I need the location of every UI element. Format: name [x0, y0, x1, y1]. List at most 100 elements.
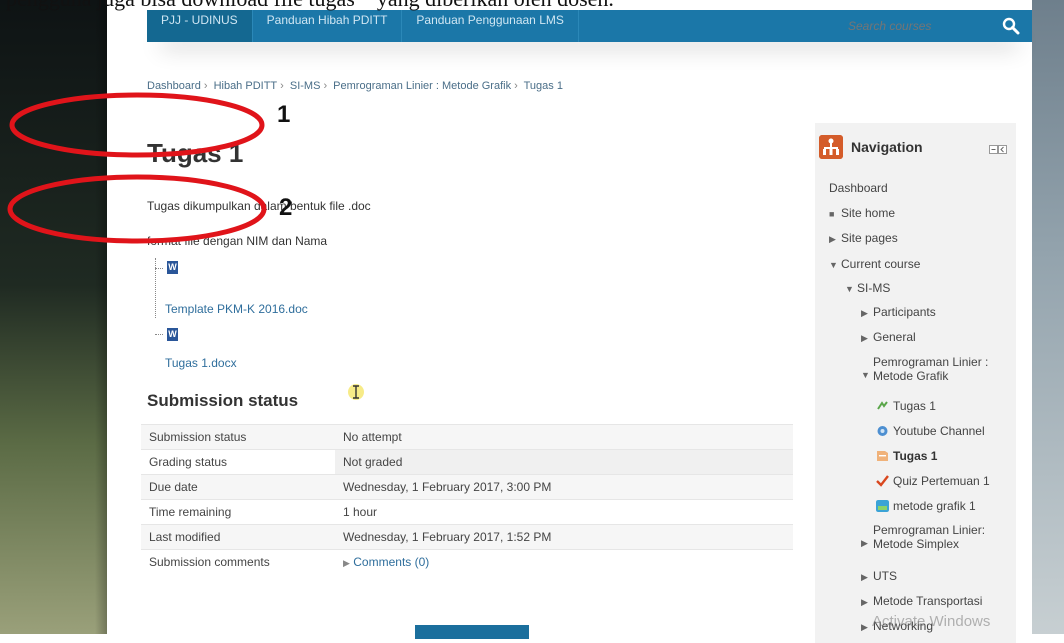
- annotation-number-1: 1: [277, 101, 291, 128]
- nav-label: Tugas 1: [893, 449, 938, 463]
- nav-label: SI-MS: [857, 281, 891, 295]
- bullet-icon: ■: [829, 209, 835, 219]
- row-value: Wednesday, 1 February 2017, 3:00 PM: [335, 474, 793, 500]
- crumb-separator: ›: [323, 80, 328, 92]
- row-value: Wednesday, 1 February 2017, 1:52 PM: [335, 524, 793, 550]
- collapse-arrow-icon: ▼: [829, 260, 838, 270]
- assignment-icon: [877, 451, 888, 461]
- row-label: Submission comments: [141, 549, 335, 574]
- page-title: Tugas 1: [147, 138, 244, 168]
- table-row: Grading status Not graded: [141, 449, 793, 475]
- row-label: Last modified: [141, 524, 335, 550]
- submission-status-table: Submission status No attempt Grading sta…: [141, 424, 793, 574]
- crumb-course[interactable]: SI-MS: [290, 80, 321, 92]
- nav-metode-grafik-1[interactable]: metode grafik 1: [876, 499, 976, 513]
- crumb-section[interactable]: Pemrograman Linier : Metode Grafik: [333, 80, 511, 92]
- table-row: Time remaining 1 hour: [141, 499, 793, 525]
- row-label: Grading status: [141, 449, 335, 475]
- quiz-icon: [876, 475, 889, 487]
- expand-arrow-icon: ▶: [343, 558, 350, 568]
- file-link-tugas[interactable]: Tugas 1.docx: [165, 356, 237, 370]
- row-value: 1 hour: [335, 499, 793, 525]
- navigation-header: Navigation: [817, 133, 1014, 163]
- right-background: [1032, 0, 1064, 634]
- intro-line-1: Tugas dikumpulkan dalam bentuk file .doc: [147, 199, 371, 213]
- table-row: Submission comments ▶ Comments (0): [141, 549, 793, 574]
- intro-line-2: format file dengan NIM dan Nama: [147, 234, 328, 248]
- nav-assignment-tugas-1[interactable]: Tugas 1: [876, 449, 937, 463]
- crumb-separator: ›: [514, 80, 518, 92]
- row-label: Submission status: [141, 424, 335, 450]
- nav-section-metode-grafik[interactable]: ▼Pemrograman Linier : Metode Grafik: [861, 355, 988, 383]
- crumb-dashboard[interactable]: Dashboard: [147, 80, 201, 92]
- crumb-hibah[interactable]: Hibah PDITT: [214, 80, 278, 92]
- nav-quiz-pertemuan-1[interactable]: Quiz Pertemuan 1: [876, 474, 990, 488]
- nav-site-pages[interactable]: ▶ Site pages: [829, 231, 898, 246]
- windows-activation-watermark: Activate Windows: [872, 613, 991, 630]
- file-link-template[interactable]: Template PKM-K 2016.doc: [165, 302, 308, 316]
- left-background: [0, 0, 107, 634]
- nav-label: Participants: [873, 305, 936, 319]
- nav-general[interactable]: ▶ General: [861, 330, 916, 345]
- crumb-separator: ›: [280, 80, 284, 92]
- nav-youtube-channel[interactable]: Youtube Channel: [876, 424, 985, 438]
- word-file-icon: W: [167, 261, 178, 274]
- document-caption: pengguna juga bisa download file tugas *…: [0, 0, 1064, 16]
- tree-line: [155, 258, 157, 318]
- tree-branch: [155, 268, 163, 269]
- add-submission-button[interactable]: [415, 625, 529, 639]
- nav-label: Metode Simplex: [873, 537, 960, 551]
- navigation-block: Navigation Dashboard ■ Site home ▶ Site pa…: [815, 123, 1016, 643]
- nav-section-uts[interactable]: ▶ UTS: [861, 569, 897, 584]
- nav-participants[interactable]: ▶ Participants: [861, 305, 936, 320]
- collapse-arrow-icon: ▼: [845, 284, 854, 294]
- row-label: Time remaining: [141, 499, 335, 525]
- nav-current-course[interactable]: ▼ Current course: [829, 257, 920, 272]
- nav-section-metode-transportasi[interactable]: ▶ Metode Transportasi: [861, 594, 982, 609]
- moodle-page: PJJ - UDINUS Panduan Hibah PDITT Panduan…: [107, 0, 1032, 643]
- crumb-activity[interactable]: Tugas 1: [524, 80, 563, 92]
- nav-dashboard[interactable]: Dashboard: [829, 181, 888, 195]
- nav-label: Site home: [841, 206, 896, 220]
- nav-label: Pemrograman Linier:: [873, 523, 986, 537]
- expand-arrow-icon: ▶: [861, 308, 868, 318]
- breadcrumb: Dashboard › Hibah PDITT › SI-MS › Pemrogram…: [147, 80, 563, 92]
- word-file-icon: W: [167, 328, 178, 341]
- nav-label: Metode Grafik: [873, 369, 949, 383]
- nav-label: metode grafik 1: [893, 499, 976, 513]
- search-icon: [1002, 17, 1020, 35]
- expand-arrow-icon: ▶: [861, 597, 868, 607]
- page-icon: [876, 500, 889, 512]
- nav-label: UTS: [873, 569, 897, 583]
- url-icon: [877, 426, 888, 436]
- row-value: Not graded: [335, 449, 793, 475]
- nav-forum-tugas-1[interactable]: Tugas 1: [876, 399, 936, 413]
- nav-label: Pemrograman Linier :: [873, 355, 989, 369]
- nav-label: Metode Transportasi: [873, 594, 983, 608]
- crumb-separator: ›: [203, 80, 208, 92]
- row-value: No attempt: [335, 424, 793, 450]
- nav-label: Site pages: [841, 231, 898, 245]
- nav-label: General: [873, 330, 916, 344]
- table-row: Last modified Wednesday, 1 February 2017…: [141, 524, 793, 550]
- nav-label: Current course: [841, 257, 921, 271]
- expand-arrow-icon: ▶: [861, 572, 868, 582]
- nav-label: Tugas 1: [893, 399, 936, 413]
- nav-course-si-ms[interactable]: ▼ SI-MS: [845, 281, 890, 296]
- comments-link[interactable]: Comments (0): [353, 555, 429, 569]
- row-label: Due date: [141, 474, 335, 500]
- annotation-number-2: 2: [279, 194, 293, 221]
- dock-collapse-icon[interactable]: [989, 145, 1007, 154]
- expand-arrow-icon: ▶: [861, 333, 868, 343]
- text-cursor-icon: [348, 384, 364, 400]
- nav-section-metode-simplex[interactable]: ▶ Pemrograman Linier: Metode Simplex: [861, 523, 985, 551]
- collapse-arrow-icon: ▼: [861, 370, 870, 380]
- comments-cell: ▶ Comments (0): [335, 549, 793, 574]
- navigation-icon: [819, 135, 843, 159]
- file-tree: W Template PKM-K 2016.doc W Tugas 1.docx: [155, 258, 355, 378]
- tree-branch: [155, 334, 163, 335]
- nav-site-home[interactable]: ■ Site home: [829, 206, 895, 221]
- submission-status-heading: Submission status: [147, 391, 299, 410]
- table-row: Submission status No attempt: [141, 424, 793, 450]
- nav-label: Quiz Pertemuan 1: [893, 474, 990, 488]
